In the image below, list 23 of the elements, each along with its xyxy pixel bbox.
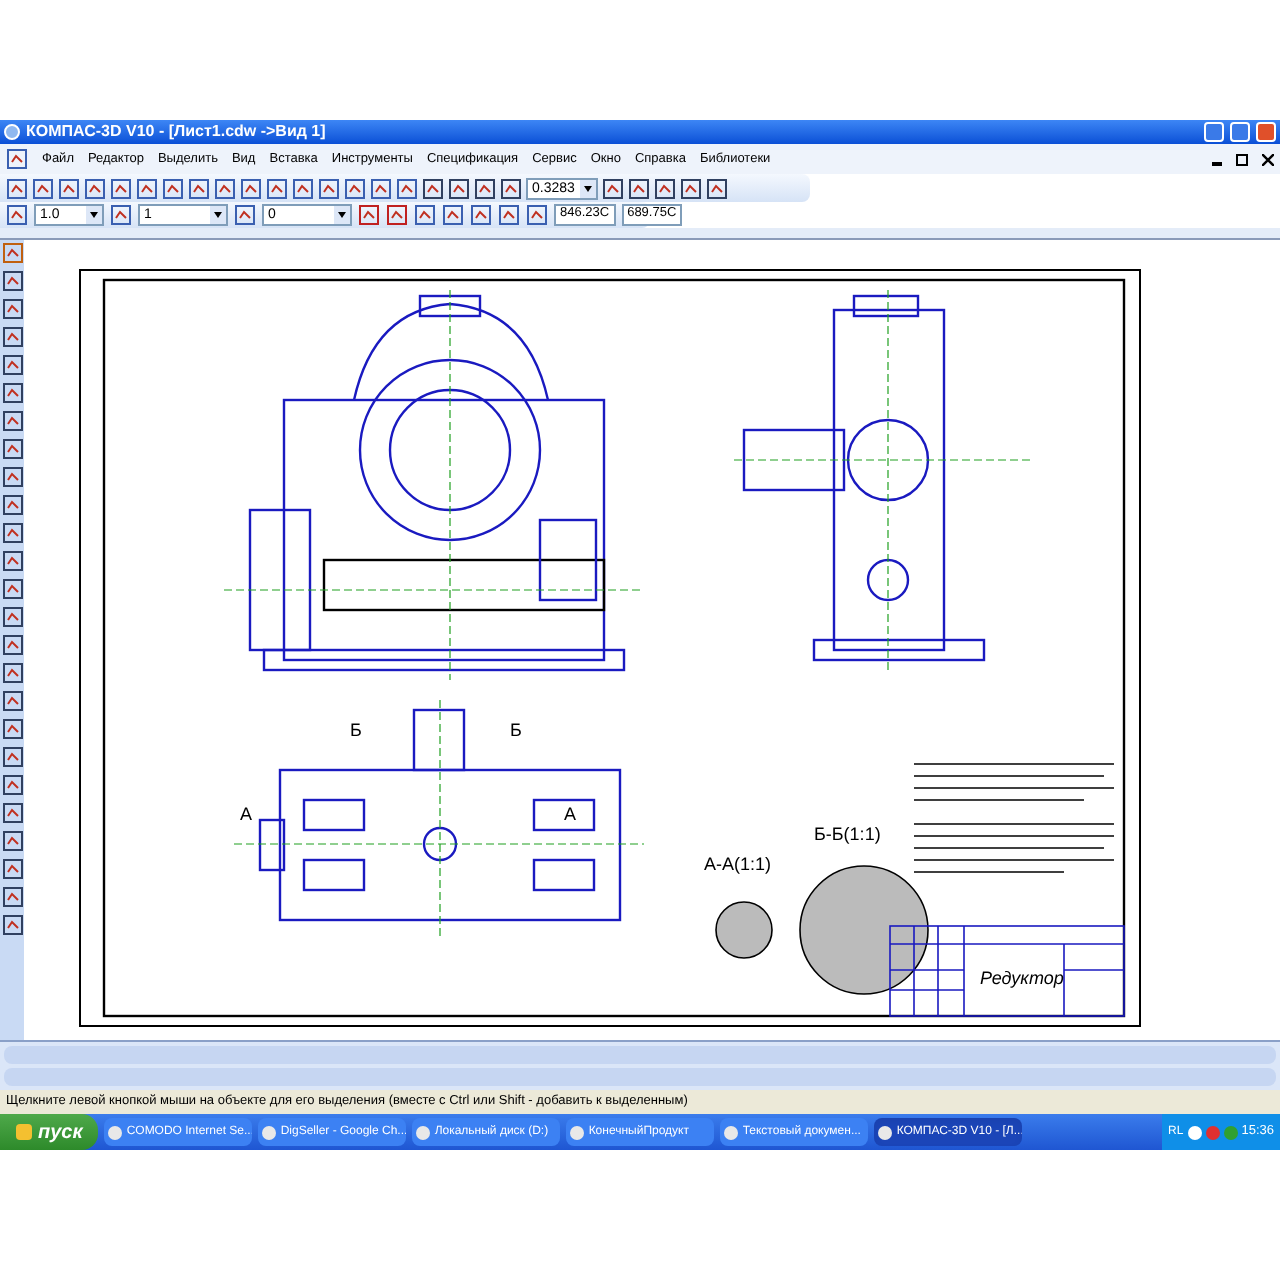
dropdown-arrow-icon[interactable] (334, 206, 350, 224)
windows-logo-icon (16, 1124, 32, 1140)
window-title: КОМПАС-3D V10 - [Лист1.cdw ->Вид 1] (26, 124, 326, 140)
start-button[interactable]: пуск (0, 1114, 99, 1150)
app-icon (570, 1125, 585, 1139)
title-block-name: Редуктор (980, 968, 1064, 988)
section-label: Б-Б(1:1) (814, 824, 881, 844)
view-mark: А (564, 804, 577, 824)
dropdown-arrow-icon[interactable] (580, 179, 596, 197)
app-icon (724, 1125, 739, 1139)
view-mark: А (240, 804, 253, 824)
minimize-icon[interactable] (1212, 161, 1222, 165)
section-label: А-А(1:1) (704, 854, 772, 874)
app-icon (262, 1125, 277, 1139)
app-icon (4, 124, 20, 140)
close-icon[interactable] (1262, 153, 1274, 165)
view-mark: Б (350, 720, 362, 740)
view-mark: Б (510, 720, 522, 740)
app-icon (878, 1125, 893, 1139)
dropdown-arrow-icon[interactable] (86, 206, 102, 224)
app-icon (108, 1125, 123, 1139)
dropdown-arrow-icon[interactable] (210, 206, 226, 224)
app-icon (416, 1125, 431, 1139)
